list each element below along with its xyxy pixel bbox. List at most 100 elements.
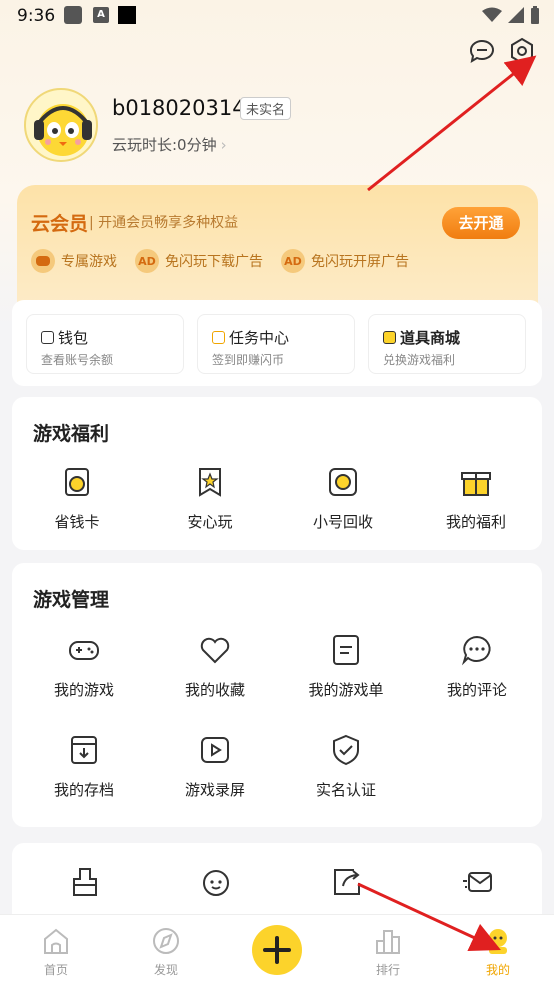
settings-button[interactable]	[507, 36, 537, 66]
avatar[interactable]	[24, 88, 98, 162]
money-card-button[interactable]: 省钱卡	[12, 465, 142, 532]
verify-status-badge[interactable]: 未实名	[240, 97, 292, 120]
screen-record-label: 游戏录屏	[184, 781, 245, 799]
gift-icon	[461, 472, 491, 496]
nav-me-label: 我的	[485, 963, 510, 977]
wallet-sub: 查看账号余额	[41, 353, 114, 367]
gamepad-icon	[69, 641, 99, 660]
account-recycle-button[interactable]: 小号回收	[278, 465, 408, 532]
nav-rank[interactable]: 排行	[358, 927, 418, 978]
bottom-nav: 首页 发现 排行 我的	[0, 914, 554, 984]
rank-icon	[376, 930, 400, 954]
share-icon[interactable]	[330, 865, 364, 899]
plus-icon	[263, 936, 291, 964]
vip-perk: AD 免闪玩开屏广告	[281, 249, 409, 273]
wifi-icon	[482, 7, 502, 22]
brush-icon[interactable]	[68, 865, 102, 899]
vip-perks: 专属游戏 AD 免闪玩下载广告 AD 免闪玩开屏广告	[31, 249, 409, 273]
wallet-icon	[41, 331, 54, 344]
status-right-icons	[482, 6, 540, 24]
signal-icon	[508, 7, 524, 23]
store-sub: 兑换游戏福利	[383, 353, 456, 367]
shield-check-icon	[333, 734, 359, 766]
vip-title: 云会员	[31, 213, 89, 235]
chat-bubble-icon	[469, 40, 494, 64]
nav-home[interactable]: 首页	[26, 927, 86, 978]
archive-icon	[71, 736, 97, 764]
real-name-auth-label: 实名认证	[315, 781, 376, 799]
my-game-list-button[interactable]: 我的游戏单	[281, 633, 411, 700]
nav-discover-label: 发现	[153, 963, 178, 977]
list-doc-icon	[333, 635, 359, 665]
username: b018020314	[112, 96, 246, 120]
store-title: 道具商城	[400, 329, 461, 347]
welfare-title: 游戏福利	[33, 423, 110, 445]
my-saves-button[interactable]: 我的存档	[19, 733, 149, 800]
my-welfare-button[interactable]: 我的福利	[411, 465, 541, 532]
wallet-title: 钱包	[58, 329, 89, 347]
vip-perk-label: 专属游戏	[61, 254, 117, 270]
notification-square-icon	[118, 6, 136, 24]
my-comments-label: 我的评论	[446, 681, 507, 699]
video-icon	[201, 737, 229, 763]
my-favorites-button[interactable]: 我的收藏	[150, 633, 280, 700]
gamepad-icon	[31, 249, 55, 273]
task-sub: 签到即赚闪币	[212, 353, 285, 367]
store-icon	[383, 331, 396, 344]
real-name-auth-button[interactable]: 实名认证	[281, 733, 411, 800]
chat-button[interactable]	[467, 36, 497, 66]
notification-letter-icon: A	[93, 7, 109, 23]
my-game-list-label: 我的游戏单	[308, 681, 384, 699]
wallet-button[interactable]: 钱包 查看账号余额	[26, 314, 184, 374]
status-time: 9:36	[17, 6, 56, 26]
vip-desc: | 开通会员畅享多种权益	[89, 215, 239, 231]
star-badge-icon	[199, 468, 221, 497]
cloud-play-time[interactable]: 云玩时长:0分钟 ›	[112, 134, 227, 155]
my-comments-button[interactable]: 我的评论	[412, 633, 542, 700]
notification-icon	[64, 6, 82, 24]
comment-icon	[461, 635, 491, 666]
my-games-button[interactable]: 我的游戏	[19, 633, 149, 700]
nav-home-label: 首页	[43, 963, 68, 977]
money-card-label: 省钱卡	[54, 513, 100, 531]
nav-create-button[interactable]	[252, 925, 302, 975]
recycle-icon	[329, 468, 357, 496]
no-ad-icon: AD	[135, 249, 159, 273]
account-recycle-label: 小号回收	[312, 513, 373, 531]
heart-icon	[200, 637, 230, 664]
compass-icon	[153, 928, 179, 954]
management-title: 游戏管理	[33, 589, 110, 611]
home-icon	[44, 928, 68, 954]
nav-rank-label: 排行	[375, 963, 400, 977]
nav-discover[interactable]: 发现	[136, 927, 196, 978]
item-store-button[interactable]: 道具商城 兑换游戏福利	[368, 314, 526, 374]
no-ad-icon: AD	[281, 249, 305, 273]
vip-perk: 专属游戏	[31, 249, 117, 273]
me-icon	[489, 929, 507, 954]
hexagon-gear-icon	[511, 37, 533, 65]
safe-play-button[interactable]: 安心玩	[145, 465, 275, 532]
face-icon[interactable]	[199, 865, 233, 899]
vip-perk-label: 免闪玩下载广告	[165, 254, 263, 270]
vip-perk: AD 免闪玩下载广告	[135, 249, 263, 273]
my-favorites-label: 我的收藏	[184, 681, 245, 699]
screen-record-button[interactable]: 游戏录屏	[150, 733, 280, 800]
task-center-button[interactable]: 任务中心 签到即赚闪币	[197, 314, 355, 374]
my-welfare-label: 我的福利	[445, 513, 506, 531]
vip-card[interactable]: 云会员 | 开通会员畅享多种权益 去开通 专属游戏 AD 免闪玩下载广告 AD …	[17, 185, 538, 305]
chevron-right-icon: ›	[220, 136, 227, 154]
wallet-card: 钱包 查看账号余额 任务中心 签到即赚闪币 道具商城 兑换游戏福利	[12, 300, 542, 386]
my-games-label: 我的游戏	[53, 681, 114, 699]
vip-open-button[interactable]: 去开通	[442, 207, 520, 239]
mail-icon[interactable]	[461, 865, 495, 899]
task-title: 任务中心	[229, 329, 290, 347]
money-card-icon	[65, 468, 89, 496]
task-icon	[212, 331, 225, 344]
status-bar: 9:36 A	[0, 0, 554, 32]
safe-play-label: 安心玩	[187, 513, 233, 531]
battery-icon	[531, 6, 539, 24]
nav-me[interactable]: 我的	[468, 927, 528, 978]
my-saves-label: 我的存档	[53, 781, 114, 799]
cloud-play-time-label: 云玩时长:0分钟	[112, 136, 217, 154]
welfare-card: 游戏福利 省钱卡 安心玩 小号回收 我的福利	[12, 397, 542, 550]
